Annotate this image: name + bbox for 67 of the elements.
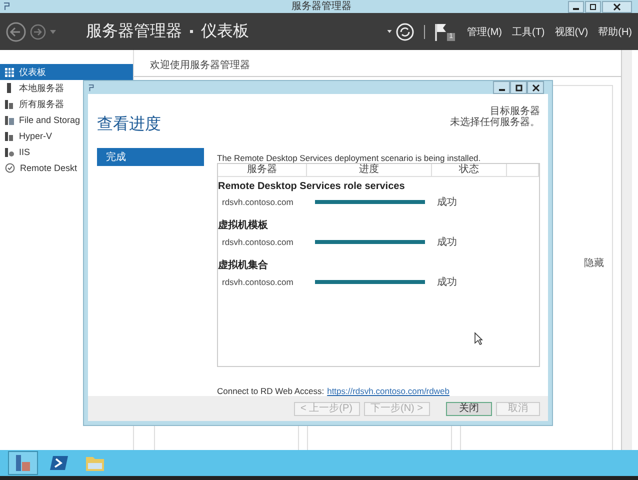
sidebar-item[interactable]: Hyper-V [0,128,54,144]
sidebar-item[interactable]: 所有服务器 [0,96,66,112]
server-icon [14,454,32,472]
target-title: 目标服务器 [490,106,540,118]
menu-item[interactable]: 视图(V) [554,24,588,38]
status-cell-text: 成功 [436,196,458,210]
scrollbar[interactable] [621,50,632,450]
servers-icon [5,147,14,157]
flag-icon[interactable] [435,22,448,40]
check-circle-icon [5,163,15,173]
menu-item[interactable]: 管理(M) [466,24,502,38]
forward-icon[interactable] [30,24,46,40]
intro-text: The Remote Desktop Services deployment scenario is being installed. [217,153,482,164]
group-title: Remote Desktop Services role services [218,181,406,192]
refresh-icon[interactable] [396,22,414,40]
status-cell-text: 成功 [436,276,458,290]
page-title: 仪表板 [201,22,249,42]
terminal-icon [50,455,68,471]
welcome-title: 欢迎使用服务器管理器 [150,58,250,72]
step-item[interactable]: 完成 [97,148,204,166]
sidebar-item[interactable]: Remote Deskt [0,160,80,176]
caret-icon[interactable] [387,30,392,33]
breadcrumb-link[interactable]: 服务器管理器 [86,21,182,42]
dialog-heading: 查看进度 [97,114,161,136]
minimize-button[interactable] [568,0,584,12]
group-title: 虚拟机模板 [218,218,269,232]
server-cell-text: rdsvh.contoso.com [221,277,294,288]
column-header: 进度 [307,164,432,176]
close-icon [613,2,621,10]
maximize-icon [589,2,597,10]
separator-icon [190,30,193,33]
back-icon[interactable] [6,22,26,42]
sidebar-item[interactable]: File and Storag [0,112,82,128]
cursor-icon [474,332,483,346]
server-icon [5,83,14,93]
group-title: 虚拟机集合 [218,258,269,272]
sidebar-item[interactable]: IIS [0,144,32,160]
minimize-button[interactable] [493,81,510,94]
servers-icon [5,131,14,141]
column-header: 服务器 [218,164,307,176]
sidebar-item[interactable]: 本地服务器 [0,80,66,96]
close-button[interactable] [527,81,544,94]
maximize-icon [514,84,522,92]
app-icon [88,84,95,92]
grid-icon [5,68,14,76]
servers-icon [5,99,14,109]
menu-item[interactable]: 帮助(H) [598,24,632,38]
taskbar-button[interactable] [8,451,38,475]
hide-link[interactable]: 隐藏 [584,256,604,270]
dialog-button[interactable]: 关闭 [446,402,492,416]
link-label: Connect to RD Web Access: [217,386,324,396]
menu-item[interactable]: 工具(T) [512,24,545,38]
target-text: 未选择任何服务器。 [450,117,540,128]
web-access-link[interactable]: https://rdsvh.contoso.com/rdweb [327,386,450,396]
server-cell-text: rdsvh.contoso.com [221,237,294,248]
column-header: 状态 [432,164,507,176]
folder-icon [85,454,105,472]
window-title: 服务器管理器 [292,0,352,13]
maximize-button[interactable] [510,81,527,94]
sidebar-item[interactable]: 仪表板 [0,64,133,80]
close-icon [532,84,540,92]
storage-icon [5,115,14,125]
close-button[interactable] [602,0,632,12]
app-icon [3,2,11,11]
server-cell-text: rdsvh.contoso.com [221,197,294,208]
status-cell-text: 成功 [436,236,458,250]
maximize-button[interactable] [585,0,601,12]
